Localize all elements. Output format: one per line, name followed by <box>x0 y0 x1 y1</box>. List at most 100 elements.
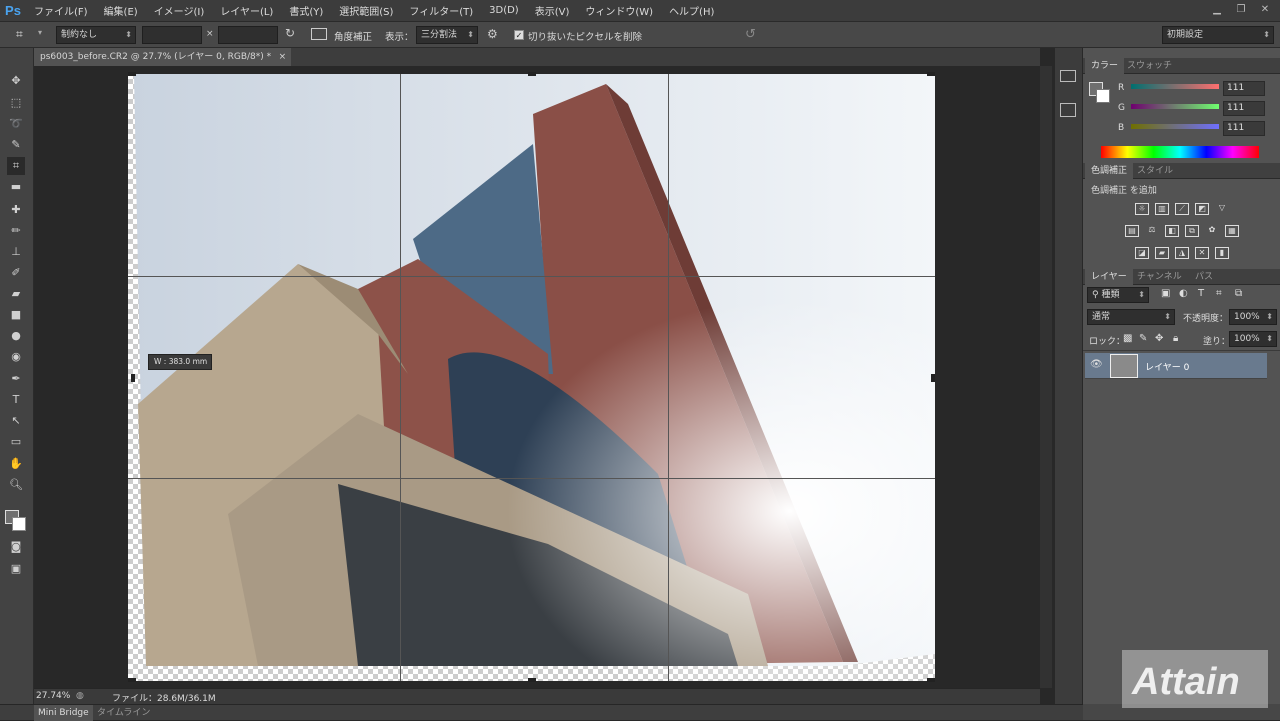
exposure-icon[interactable]: ◩ <box>1195 203 1209 215</box>
menu-edit[interactable]: 編集(E) <box>96 3 146 18</box>
gear-icon[interactable]: ⚙ <box>487 27 498 41</box>
overlay-select[interactable]: 三分割法 <box>416 26 478 44</box>
lock-position-icon[interactable]: ✥ <box>1155 333 1163 344</box>
crop-handle-top[interactable] <box>528 72 536 76</box>
channel-r-slider[interactable] <box>1131 84 1219 89</box>
opacity-input[interactable]: 100% <box>1229 309 1277 325</box>
healing-brush-icon[interactable]: ✚ <box>7 201 25 219</box>
crop-handle-right[interactable] <box>931 374 935 382</box>
filter-pixel-icon[interactable]: ▣ <box>1161 288 1170 299</box>
crop-tool-icon[interactable]: ⌗ <box>7 157 25 175</box>
crop-tool-icon[interactable]: ⌗ <box>16 27 23 42</box>
menu-file[interactable]: ファイル(F) <box>26 3 96 18</box>
straighten-label[interactable]: 角度補正 <box>334 29 372 43</box>
file-info[interactable]: ファイル：28.6M/36.1M <box>112 691 216 704</box>
workspace-select[interactable]: 初期設定 <box>1162 26 1274 44</box>
layer-name[interactable]: レイヤー 0 <box>1145 360 1189 373</box>
lock-all-icon[interactable]: 🔒︎ <box>1173 333 1178 344</box>
close-icon[interactable]: ✕ <box>1258 3 1272 17</box>
quick-mask-icon[interactable]: ◙ <box>7 538 25 556</box>
move-tool-icon[interactable]: ✥ <box>7 72 25 90</box>
filter-adjust-icon[interactable]: ◐ <box>1179 288 1188 299</box>
channel-mixer-icon[interactable]: ✿ <box>1205 225 1219 237</box>
tab-layers[interactable]: レイヤー <box>1085 269 1133 285</box>
crop-handle-left[interactable] <box>131 374 135 382</box>
lock-transparency-icon[interactable]: ▩ <box>1123 333 1132 344</box>
tab-adjustments[interactable]: 色調補正 <box>1085 163 1134 179</box>
blur-icon[interactable]: ● <box>7 327 25 345</box>
straighten-icon[interactable] <box>311 28 327 40</box>
crop-handle-top-right[interactable] <box>927 72 935 76</box>
tab-timeline[interactable]: タイムライン <box>97 705 150 721</box>
eyedropper-icon[interactable]: ▬ <box>7 178 25 196</box>
crop-handle-top-left[interactable] <box>128 72 136 76</box>
tab-channels[interactable]: チャンネル <box>1131 269 1188 285</box>
threshold-icon[interactable]: ◮ <box>1175 247 1189 259</box>
history-panel-icon[interactable] <box>1060 70 1076 82</box>
building-photo[interactable] <box>128 74 935 681</box>
selective-color-icon[interactable]: ✕ <box>1195 247 1209 259</box>
quick-select-icon[interactable]: ✎ <box>7 136 25 154</box>
vibrance-icon[interactable]: ▽ <box>1215 203 1229 215</box>
menu-type[interactable]: 書式(Y) <box>281 3 331 18</box>
delete-cropped-checkbox[interactable]: ✓ <box>514 30 524 40</box>
crop-handle-bottom-left[interactable] <box>128 678 136 682</box>
brush-icon[interactable]: ✏ <box>7 222 25 240</box>
vertical-scrollbar[interactable] <box>1040 66 1052 688</box>
eraser-icon[interactable]: ▰ <box>7 285 25 303</box>
hue-icon[interactable]: ▤ <box>1125 225 1139 237</box>
eye-icon[interactable]: 👁︎ <box>1090 359 1103 370</box>
shape-icon[interactable]: ▭ <box>7 433 25 451</box>
filter-type-icon[interactable]: T <box>1198 288 1204 299</box>
reset-icon[interactable]: ↺ <box>745 27 756 42</box>
brightness-icon[interactable]: ☼ <box>1135 203 1149 215</box>
zoom-level[interactable]: 27.74% <box>36 691 70 701</box>
tab-styles[interactable]: スタイル <box>1131 163 1179 179</box>
height-input[interactable] <box>218 26 278 44</box>
menu-filter[interactable]: フィルター(T) <box>401 3 481 18</box>
menu-select[interactable]: 選択範囲(S) <box>331 3 401 18</box>
menu-help[interactable]: ヘルプ(H) <box>661 3 722 18</box>
layer-row[interactable]: 👁︎ レイヤー 0 <box>1085 353 1267 379</box>
swap-icon[interactable]: ↻ <box>285 26 295 40</box>
dodge-icon[interactable]: ◉ <box>7 348 25 366</box>
filter-smart-icon[interactable]: ⧉ <box>1235 288 1242 299</box>
menu-window[interactable]: ウィンドウ(W) <box>577 3 661 18</box>
stamp-icon[interactable]: ⊥ <box>7 243 25 261</box>
type-icon[interactable]: T <box>7 391 25 409</box>
tool-preset-arrow-icon[interactable]: ▾ <box>38 28 42 37</box>
width-input[interactable] <box>142 26 202 44</box>
marquee-tool-icon[interactable]: ⬚ <box>7 94 25 112</box>
screen-mode-icon[interactable]: ▣ <box>7 560 25 578</box>
menu-layer[interactable]: レイヤー(L) <box>212 3 281 18</box>
color-lookup-icon[interactable]: ▦ <box>1225 225 1239 237</box>
channel-g-value[interactable]: 111 <box>1223 101 1265 116</box>
curves-icon[interactable]: ⟋ <box>1175 203 1189 215</box>
layer-kind-filter[interactable]: ⚲ 種類 <box>1087 287 1149 303</box>
menu-3d[interactable]: 3D(D) <box>481 5 527 16</box>
posterize-icon[interactable]: ▰ <box>1155 247 1169 259</box>
bw-icon[interactable]: ◧ <box>1165 225 1179 237</box>
tab-paths[interactable]: パス <box>1189 269 1219 285</box>
background-color-swatch[interactable] <box>12 517 26 531</box>
document-tab[interactable]: ps6003_before.CR2 @ 27.7% (レイヤー 0, RGB/8… <box>34 48 292 66</box>
crop-handle-bottom[interactable] <box>528 678 536 682</box>
color-balance-icon[interactable]: ⚖ <box>1145 225 1159 237</box>
tab-mini-bridge[interactable]: Mini Bridge <box>34 705 93 721</box>
minimize-icon[interactable]: ▁ <box>1210 3 1224 17</box>
channel-g-slider[interactable] <box>1131 104 1219 109</box>
color-spectrum[interactable] <box>1101 146 1259 158</box>
tab-swatches[interactable]: スウォッチ <box>1121 58 1178 74</box>
fill-input[interactable]: 100% <box>1229 331 1277 347</box>
hand-icon[interactable]: ✋ <box>7 455 25 473</box>
zoom-icon[interactable]: 🔍︎ <box>7 476 25 494</box>
close-tab-icon[interactable]: × <box>279 48 287 66</box>
lasso-tool-icon[interactable]: ➰ <box>7 115 25 133</box>
photo-filter-icon[interactable]: ⧉ <box>1185 225 1199 237</box>
lock-pixels-icon[interactable]: ✎ <box>1139 333 1147 344</box>
pen-icon[interactable]: ✒ <box>7 370 25 388</box>
menu-image[interactable]: イメージ(I) <box>146 3 213 18</box>
menu-view[interactable]: 表示(V) <box>527 3 578 18</box>
channel-b-value[interactable]: 111 <box>1223 121 1265 136</box>
crop-handle-bottom-right[interactable] <box>927 678 935 682</box>
